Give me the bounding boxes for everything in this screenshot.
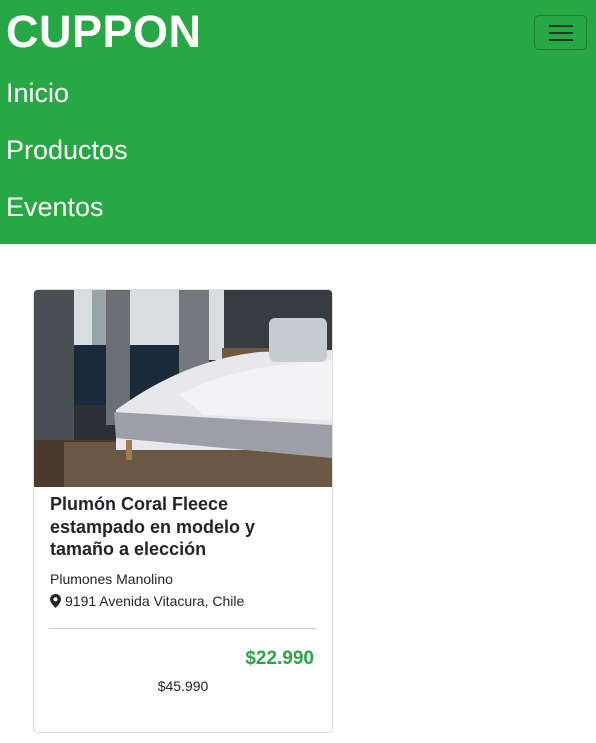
nav-menu: Inicio Productos Eventos	[6, 72, 128, 243]
product-card[interactable]: Plumón Coral Fleece estampado en modelo …	[33, 289, 333, 733]
nav-link-productos[interactable]: Productos	[6, 129, 128, 186]
nav-link-inicio[interactable]: Inicio	[6, 72, 128, 129]
product-price: $22.990	[245, 648, 314, 669]
menu-toggle-button[interactable]	[534, 15, 587, 50]
original-price: $45.990	[157, 678, 209, 694]
map-marker-icon	[50, 594, 61, 608]
hamburger-icon-bar	[549, 32, 573, 34]
divider	[49, 628, 317, 629]
address-line: 9191 Avenida Vitacura, Chile	[50, 593, 244, 609]
merchant-name: Plumones Manolino	[50, 571, 173, 587]
product-title[interactable]: Plumón Coral Fleece estampado en modelo …	[50, 493, 320, 561]
hamburger-icon	[549, 25, 573, 27]
brand-logo[interactable]: CUPPON	[6, 6, 202, 58]
hamburger-icon-bar	[549, 39, 573, 41]
navbar: CUPPON Inicio Productos Eventos	[0, 0, 596, 244]
address-text: 9191 Avenida Vitacura, Chile	[65, 593, 245, 609]
product-image[interactable]	[34, 290, 332, 487]
nav-link-eventos[interactable]: Eventos	[6, 186, 128, 243]
